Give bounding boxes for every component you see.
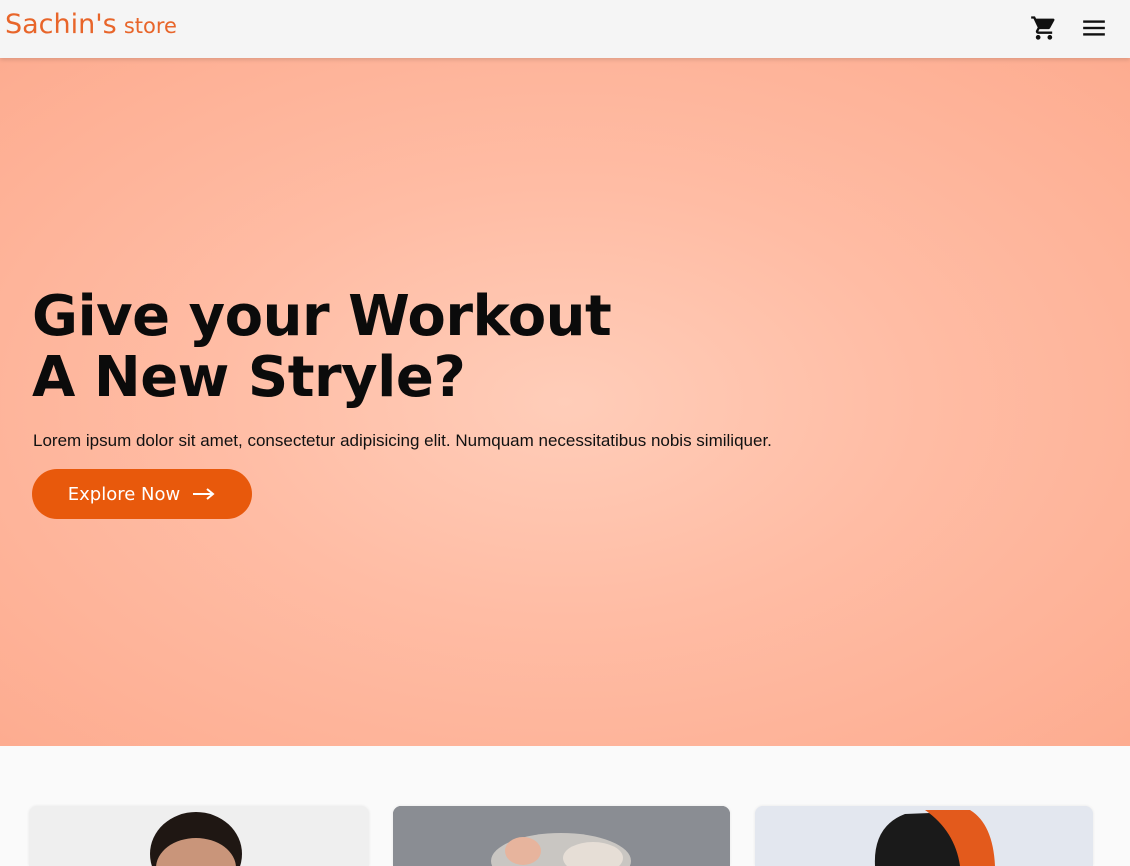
shopping-cart-icon[interactable]: [1028, 12, 1060, 44]
man-portrait-image: [29, 806, 369, 866]
hero-description: Lorem ipsum dolor sit amet, consectetur …: [33, 431, 772, 450]
woman-headphones-image: [393, 806, 730, 866]
arrow-right-icon: [192, 487, 216, 501]
explore-now-label: Explore Now: [67, 483, 181, 505]
brand-logo[interactable]: Sachin's store: [5, 9, 177, 40]
product-card[interactable]: [393, 806, 730, 866]
hero-title: Give your Workout A New Stryle?: [32, 284, 612, 410]
hamburger-menu-icon[interactable]: [1078, 12, 1110, 44]
product-card[interactable]: [755, 806, 1093, 866]
product-card[interactable]: [29, 806, 369, 866]
hero-title-line-1: Give your Workout: [32, 284, 612, 349]
hero-title-line-2: A New Stryle?: [32, 345, 466, 410]
brand-name: Sachin's: [5, 9, 117, 40]
navbar: Sachin's store: [0, 0, 1130, 58]
brand-suffix: store: [123, 14, 177, 38]
product-grid: [0, 746, 1130, 866]
hero-banner: Give your Workout A New Stryle? Lorem ip…: [0, 58, 1130, 746]
smartwatch-image: [755, 806, 1093, 866]
explore-now-button[interactable]: Explore Now: [32, 469, 252, 519]
